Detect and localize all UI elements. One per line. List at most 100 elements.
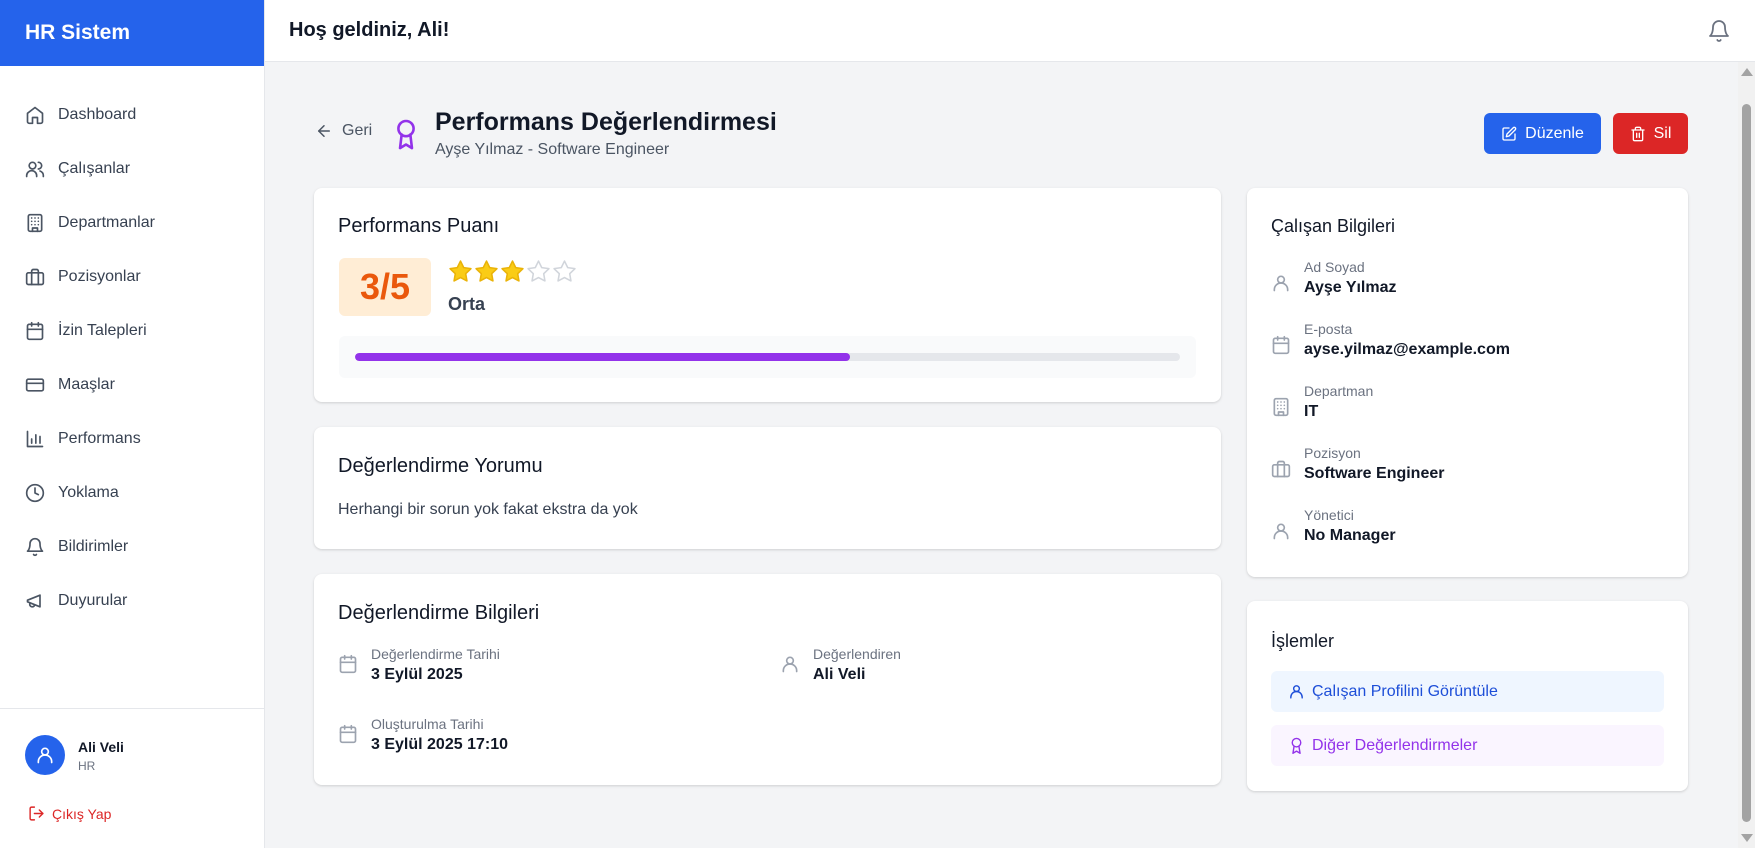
employee-info-card: Çalışan Bilgileri Ad Soyad Ayşe Yılmaz E… (1247, 188, 1688, 577)
trash-icon (1630, 126, 1645, 141)
scroll-up-arrow[interactable] (1741, 68, 1753, 76)
other-evaluations-button[interactable]: Diğer Değerlendirmeler (1271, 725, 1664, 766)
sidebar-nav: Dashboard Çalışanlar Departmanlar Pozisy… (0, 66, 264, 628)
sidebar-item-salaries[interactable]: Maaşlar (0, 358, 264, 412)
sidebar-item-attendance[interactable]: Yoklama (0, 466, 264, 520)
evaluation-comment-card: Değerlendirme Yorumu Herhangi bir sorun … (314, 427, 1221, 549)
sidebar-item-label: Departmanlar (58, 214, 155, 231)
sidebar-item-dashboard[interactable]: Dashboard (0, 88, 264, 142)
scroll-thumb[interactable] (1742, 104, 1751, 822)
user-name: Ali Veli (78, 739, 124, 755)
star-empty-icon (527, 260, 550, 282)
score-card-title: Performans Puanı (338, 215, 500, 237)
info-card-title: Değerlendirme Bilgileri (338, 602, 540, 624)
progress-fill (355, 353, 850, 361)
sidebar-item-label: Çalışanlar (58, 160, 131, 177)
sidebar-item-leave-requests[interactable]: İzin Talepleri (0, 304, 264, 358)
logout-icon (29, 806, 44, 821)
welcome-message: Hoş geldiniz, Ali! (289, 19, 450, 41)
users-icon (25, 161, 45, 178)
notification-bell-icon[interactable] (1707, 19, 1731, 43)
clock-icon (25, 483, 45, 503)
field-label: Departman (1304, 383, 1374, 399)
comment-text: Herhangi bir sorun yok fakat ekstra da y… (338, 501, 638, 518)
topbar: Hoş geldiniz, Ali! (265, 0, 1755, 62)
employee-department-field: Departman IT (1271, 383, 1671, 427)
sidebar: HR Sistem Dashboard Çalışanlar Departman… (0, 0, 265, 848)
sidebar-item-performance[interactable]: Performans (0, 412, 264, 466)
building-icon (1273, 397, 1289, 417)
field-value: IT (1304, 403, 1319, 420)
view-employee-profile-button[interactable]: Çalışan Profilini Görüntüle (1271, 671, 1664, 712)
sidebar-item-label: Performans (58, 430, 141, 447)
avatar[interactable] (25, 735, 65, 775)
edit-label: Düzenle (1525, 124, 1584, 142)
field-value: Ayşe Yılmaz (1304, 279, 1397, 296)
user-icon (1290, 685, 1303, 699)
scroll-down-arrow[interactable] (1741, 834, 1753, 842)
star-empty-icon (553, 260, 576, 282)
employee-card-title: Çalışan Bilgileri (1271, 216, 1396, 236)
sidebar-item-employees[interactable]: Çalışanlar (0, 142, 264, 196)
evaluator-value: Ali Veli (813, 666, 866, 683)
page-title: Performans Değerlendirmesi (435, 108, 777, 136)
employee-name-field: Ad Soyad Ayşe Yılmaz (1271, 259, 1671, 303)
score-value: 3/5 (339, 258, 431, 316)
logout-label: Çıkış Yap (52, 805, 112, 822)
sidebar-item-label: Yoklama (58, 484, 119, 501)
user-icon (1273, 523, 1289, 540)
sidebar-item-label: Maaşlar (58, 376, 115, 393)
field-label: Ad Soyad (1304, 259, 1365, 275)
field-value: No Manager (1304, 527, 1396, 544)
view-profile-label: Çalışan Profilini Görüntüle (1312, 682, 1498, 700)
field-value: Software Engineer (1304, 465, 1445, 482)
sidebar-item-positions[interactable]: Pozisyonlar (0, 250, 264, 304)
actions-card: İşlemler Çalışan Profilini Görüntüle Diğ… (1247, 601, 1688, 791)
sidebar-item-label: İzin Talepleri (58, 322, 147, 339)
delete-button[interactable]: Sil (1613, 113, 1688, 154)
created-date-value: 3 Eylül 2025 17:10 (371, 736, 508, 753)
back-button[interactable]: Geri (315, 122, 372, 140)
evaluation-date-label: Değerlendirme Tarihi (371, 646, 500, 662)
calendar-icon (1272, 335, 1290, 355)
brand-logo[interactable]: HR Sistem (0, 0, 264, 66)
edit-icon (1502, 126, 1517, 141)
calendar-icon (26, 321, 44, 341)
page-scrollbar[interactable] (1738, 62, 1755, 848)
logout-button[interactable]: Çıkış Yap (28, 805, 111, 822)
user-panel: Ali Veli HR Çıkış Yap (0, 708, 264, 848)
created-date-label: Oluşturulma Tarihi (371, 716, 484, 732)
sidebar-item-label: Bildirimler (58, 538, 129, 555)
building-icon (27, 213, 43, 233)
sidebar-item-announcements[interactable]: Duyurular (0, 574, 264, 628)
progress-container (339, 336, 1196, 378)
briefcase-icon (1271, 460, 1291, 478)
user-role: HR (78, 759, 96, 773)
field-value: ayse.yilmaz@example.com (1304, 341, 1510, 358)
sidebar-item-label: Duyurular (58, 592, 128, 609)
user-icon (1273, 275, 1289, 292)
star-filled-icon (501, 260, 524, 282)
edit-button[interactable]: Düzenle (1484, 113, 1601, 154)
user-icon (782, 656, 798, 673)
calendar-icon (339, 654, 357, 674)
award-icon (397, 119, 415, 150)
sidebar-item-notifications[interactable]: Bildirimler (0, 520, 264, 574)
credit-card-icon (25, 378, 45, 392)
calendar-icon (339, 724, 357, 744)
delete-label: Sil (1653, 124, 1672, 142)
field-label: E-posta (1304, 321, 1353, 337)
award-icon (1291, 737, 1302, 754)
star-filled-icon (475, 260, 498, 282)
home-icon (26, 106, 44, 125)
performance-score-card: Performans Puanı 3/5 Orta (314, 188, 1221, 402)
bell-icon (26, 537, 44, 557)
briefcase-icon (25, 268, 45, 286)
user-avatar-icon (37, 747, 53, 764)
other-evaluations-label: Diğer Değerlendirmeler (1312, 736, 1478, 754)
sidebar-item-label: Dashboard (58, 106, 137, 123)
employee-email-field: E-posta ayse.yilmaz@example.com (1271, 321, 1671, 365)
sidebar-item-label: Pozisyonlar (58, 268, 141, 285)
sidebar-item-departments[interactable]: Departmanlar (0, 196, 264, 250)
megaphone-icon (26, 594, 41, 608)
